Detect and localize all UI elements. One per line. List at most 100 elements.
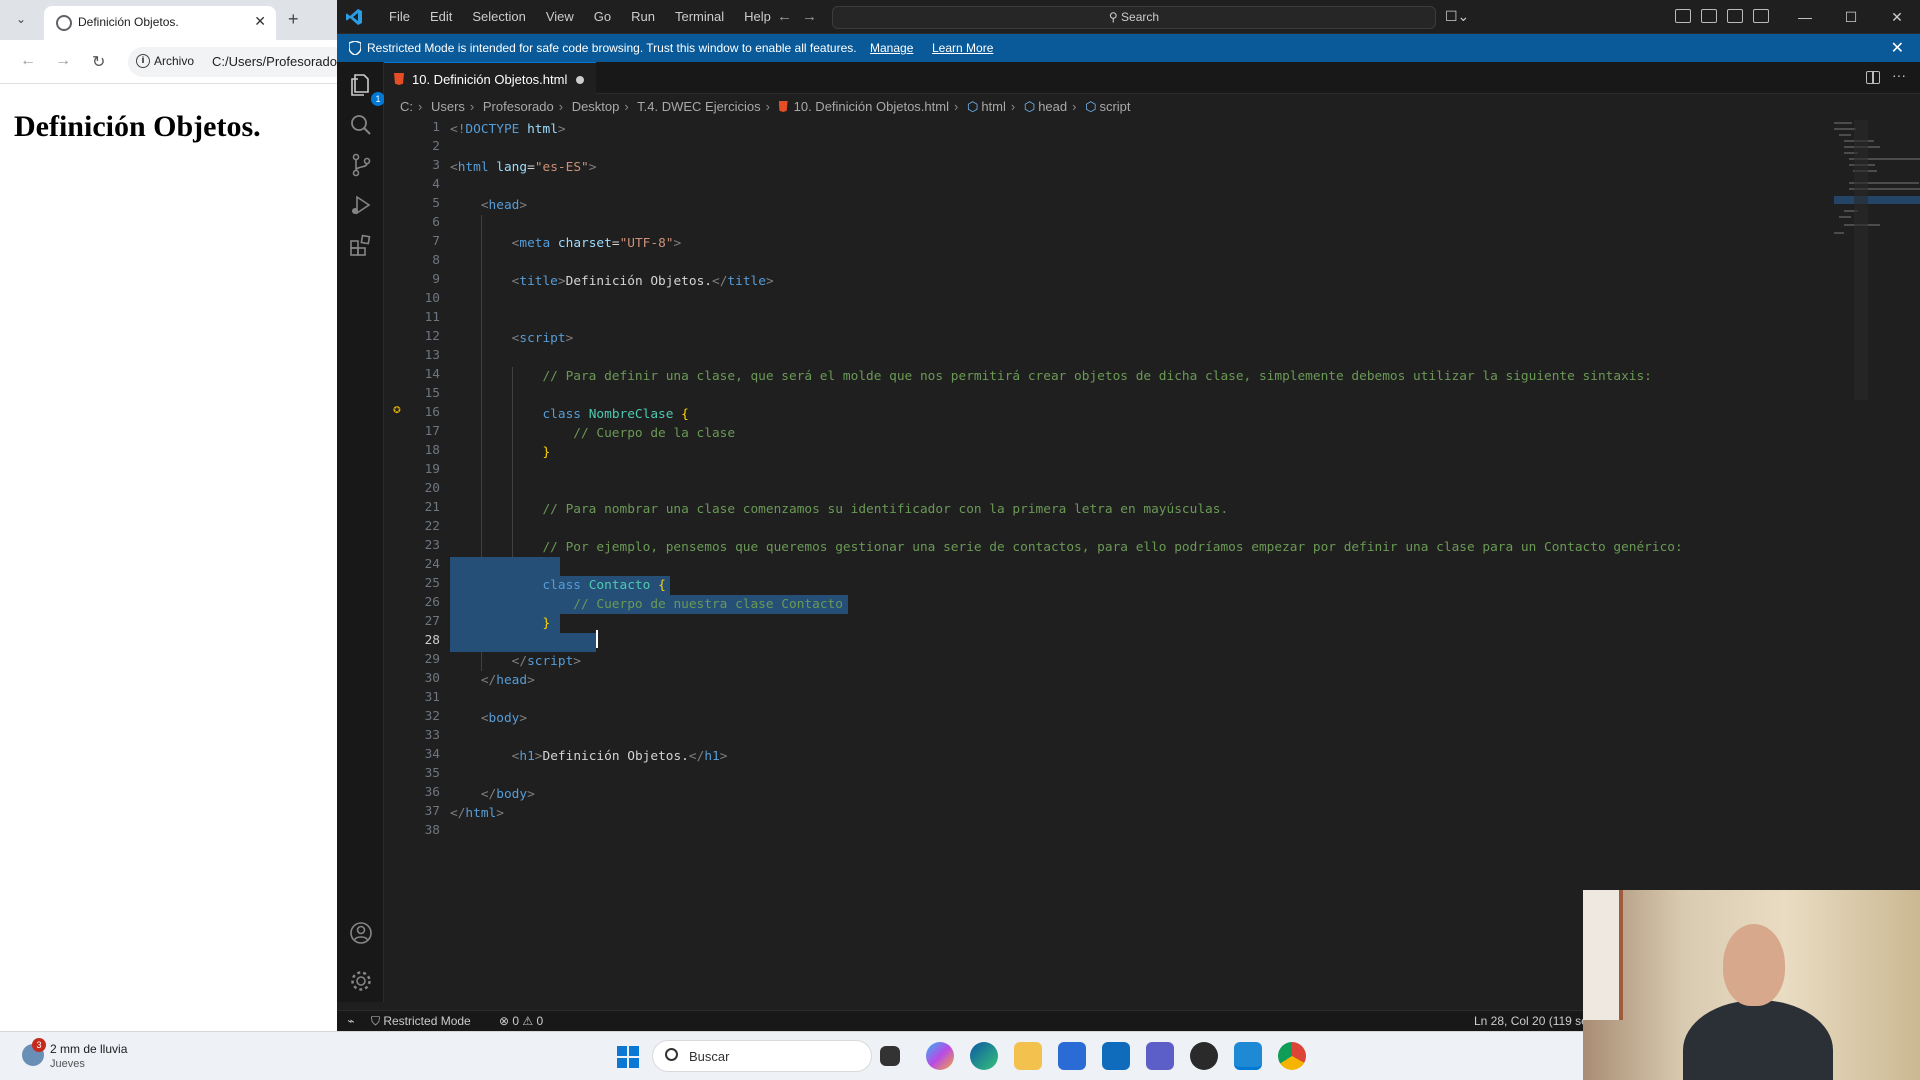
menu-go[interactable]: Go xyxy=(584,0,621,34)
menu-edit[interactable]: Edit xyxy=(420,0,462,34)
app-icon[interactable] xyxy=(1190,1042,1218,1070)
line-number: 20 xyxy=(424,481,440,496)
line-number: 36 xyxy=(424,785,440,800)
menu-help[interactable]: Help xyxy=(734,0,781,34)
menu-file[interactable]: File xyxy=(379,0,420,34)
breadcrumb-symbol[interactable]: html xyxy=(981,99,1006,114)
windows-start-icon[interactable] xyxy=(617,1046,639,1068)
maximize-icon[interactable]: ☐ xyxy=(1828,0,1874,34)
copilot-icon[interactable]: ☐⌄ xyxy=(1445,8,1469,25)
split-editor-icon[interactable] xyxy=(1866,71,1880,84)
copilot-app-icon[interactable] xyxy=(926,1042,954,1070)
code-line: // Cuerpo de la clase xyxy=(573,426,736,441)
menu-selection[interactable]: Selection xyxy=(462,0,535,34)
task-view-icon[interactable] xyxy=(880,1046,900,1066)
shield-icon: ⛉ xyxy=(371,1014,384,1028)
toggle-secondary-sidebar-icon[interactable] xyxy=(1753,9,1769,23)
store-icon[interactable] xyxy=(1058,1042,1086,1070)
learn-more-link[interactable]: Learn More xyxy=(932,41,993,55)
line-number: 9 xyxy=(432,272,440,287)
line-number: 11 xyxy=(424,310,440,325)
line-number: 4 xyxy=(432,177,440,192)
source-control-icon[interactable] xyxy=(348,152,374,178)
edge-browser-icon[interactable] xyxy=(970,1042,998,1070)
settings-gear-icon[interactable] xyxy=(348,968,374,994)
editor-tab[interactable]: 10. Definición Objetos.html xyxy=(384,62,596,95)
vscode-taskbar-icon[interactable] xyxy=(1234,1042,1262,1070)
menu-terminal[interactable]: Terminal xyxy=(665,0,734,34)
editor-tab-label: 10. Definición Objetos.html xyxy=(412,72,568,87)
tab-search-icon[interactable]: ⌄ xyxy=(16,12,36,28)
line-number: 18 xyxy=(424,443,440,458)
back-icon[interactable]: ← xyxy=(20,52,36,70)
manage-link[interactable]: Manage xyxy=(870,41,913,55)
warning-icon: ⚠ xyxy=(522,1014,537,1028)
minimize-icon[interactable]: — xyxy=(1782,0,1828,34)
line-number: 24 xyxy=(424,557,440,572)
menu-view[interactable]: View xyxy=(536,0,584,34)
presenter-head xyxy=(1723,924,1785,1006)
new-tab-button[interactable]: + xyxy=(288,9,299,30)
explorer-icon[interactable]: 1 xyxy=(348,72,385,106)
run-debug-icon[interactable] xyxy=(348,192,374,218)
close-banner-icon[interactable]: ✕ xyxy=(1891,38,1904,58)
breadcrumb-segment[interactable]: Users xyxy=(431,99,465,114)
line-number: 26 xyxy=(424,595,440,610)
command-center-search[interactable]: ⚲ Search xyxy=(832,6,1436,29)
problems-status[interactable]: ⊗ 0 ⚠ 0 xyxy=(499,1014,543,1028)
remote-icon[interactable]: ⌁ xyxy=(337,1011,365,1031)
error-icon: ⊗ xyxy=(499,1014,513,1028)
title-bar: File Edit Selection View Go Run Terminal… xyxy=(337,0,1920,34)
minimap[interactable] xyxy=(1829,120,1920,240)
lightbulb-icon[interactable]: ✪ xyxy=(393,402,401,417)
line-number: 19 xyxy=(424,462,440,477)
forward-icon[interactable]: → xyxy=(55,52,71,70)
more-actions-icon[interactable]: ··· xyxy=(1892,67,1906,83)
address-bar[interactable]: i Archivo C:/Users/Profesorado xyxy=(128,47,348,77)
outlook-icon[interactable] xyxy=(1102,1042,1130,1070)
code-area[interactable]: <!DOCTYPE html> <html lang="es-ES"> <hea… xyxy=(450,120,1748,1000)
nav-arrows-icon[interactable]: ←→ xyxy=(777,8,827,25)
breadcrumb-segment[interactable]: Desktop xyxy=(572,99,620,114)
cursor-position-status[interactable]: Ln 28, Col 20 (119 se xyxy=(1474,1014,1588,1028)
line-number: 37 xyxy=(424,804,440,819)
file-explorer-icon[interactable] xyxy=(1014,1042,1042,1070)
close-window-icon[interactable]: ✕ xyxy=(1874,0,1920,34)
line-number: 3 xyxy=(432,158,440,173)
teams-icon[interactable] xyxy=(1146,1042,1174,1070)
unsaved-dot-icon[interactable] xyxy=(576,76,584,84)
code-line: </html> xyxy=(450,806,504,821)
weather-condition: 2 mm de lluvia xyxy=(50,1042,128,1056)
reload-icon[interactable]: ↻ xyxy=(92,52,105,72)
browser-tab[interactable]: Definición Objetos. ✕ xyxy=(44,6,276,40)
breadcrumb-symbol[interactable]: head xyxy=(1038,99,1067,114)
breadcrumb-segment[interactable]: C: xyxy=(400,99,413,114)
info-icon[interactable]: i xyxy=(136,54,150,68)
toggle-sidebar-icon[interactable] xyxy=(1701,9,1717,23)
customize-layout-icon[interactable] xyxy=(1675,9,1691,23)
code-line: // Para definir una clase, que será el m… xyxy=(542,369,1652,384)
close-tab-icon[interactable]: ✕ xyxy=(254,13,266,30)
toggle-panel-icon[interactable] xyxy=(1727,9,1743,23)
line-number: 14 xyxy=(424,367,440,382)
code-line: class NombreClase { xyxy=(542,407,689,422)
breadcrumb-segment[interactable]: T.4. DWEC Ejercicios xyxy=(637,99,761,114)
breadcrumb-file[interactable]: 10. Definición Objetos.html xyxy=(794,99,949,114)
menu-run[interactable]: Run xyxy=(621,0,665,34)
extensions-icon[interactable] xyxy=(348,232,374,258)
line-number: 27 xyxy=(424,614,440,629)
line-number: 17 xyxy=(424,424,440,439)
breadcrumb-symbol[interactable]: script xyxy=(1099,99,1130,114)
breadcrumb-segment[interactable]: Profesorado xyxy=(483,99,554,114)
search-view-icon[interactable] xyxy=(348,112,374,138)
line-number: 7 xyxy=(432,234,440,249)
code-line: } xyxy=(542,616,551,631)
code-editor[interactable]: 1 2 3 4 5 6 7 8 9 10 11 12 13 14 15 16 1… xyxy=(384,120,1920,1000)
chrome-icon[interactable] xyxy=(1278,1042,1306,1070)
taskbar-search[interactable]: Buscar xyxy=(652,1040,872,1072)
restricted-mode-status[interactable]: ⛉ Restricted Mode xyxy=(371,1014,471,1029)
account-icon[interactable] xyxy=(348,920,374,946)
search-icon: ⚲ xyxy=(1108,10,1122,24)
vertical-scrollbar[interactable] xyxy=(1854,120,1868,400)
line-number: 6 xyxy=(432,215,440,230)
